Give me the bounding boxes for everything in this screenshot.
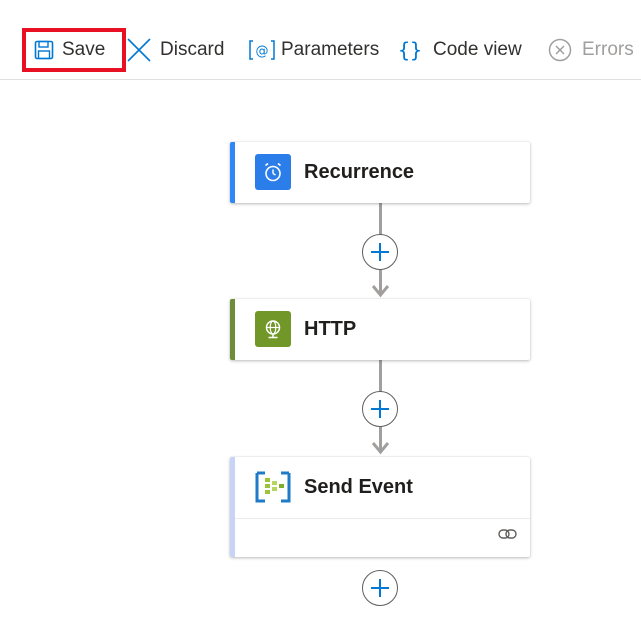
step-divider — [235, 518, 530, 519]
discard-label: Discard — [160, 39, 225, 60]
connector-arrow — [372, 285, 389, 298]
svg-text:@: @ — [256, 44, 269, 59]
insert-step-button[interactable] — [362, 234, 398, 270]
discard-button[interactable]: Discard — [126, 30, 224, 70]
event-grid-icon — [255, 469, 291, 505]
curly-braces-icon: {} — [399, 38, 421, 62]
save-label: Save — [62, 39, 106, 60]
connection-link-icon[interactable] — [498, 527, 518, 546]
svg-text:{}: {} — [399, 38, 421, 62]
step-card-http[interactable]: HTTP — [230, 299, 530, 360]
plus-icon — [371, 243, 389, 261]
insert-step-button[interactable] — [362, 391, 398, 427]
plus-icon — [371, 579, 389, 597]
step-card-recurrence[interactable]: Recurrence — [230, 142, 530, 203]
globe-icon — [255, 311, 291, 347]
step-card-send-event[interactable]: Send Event — [230, 457, 530, 557]
plus-icon — [371, 400, 389, 418]
code-view-button[interactable]: {} Code view — [399, 30, 522, 70]
save-button[interactable]: Save — [22, 28, 126, 72]
step-header[interactable]: Send Event — [235, 457, 530, 517]
parameters-button[interactable]: @ Parameters — [248, 30, 379, 70]
errors-label: Errors — [582, 39, 634, 60]
new-step-button[interactable] — [362, 570, 398, 606]
error-circle-icon — [548, 38, 572, 62]
save-icon — [34, 40, 54, 60]
step-header[interactable]: HTTP — [235, 299, 530, 359]
errors-button[interactable]: Errors — [548, 30, 634, 70]
parameters-icon: @ — [248, 39, 276, 61]
connector-arrow — [372, 442, 389, 455]
step-header[interactable]: Recurrence — [235, 142, 530, 202]
code-view-label: Code view — [433, 39, 522, 60]
clock-icon — [255, 154, 291, 190]
close-icon — [126, 37, 152, 63]
step-title: HTTP — [304, 317, 357, 340]
parameters-label: Parameters — [281, 39, 380, 60]
step-title: Recurrence — [304, 160, 415, 183]
step-title: Send Event — [304, 475, 413, 498]
designer-toolbar: Save Discard @ Parameters {} Code view E… — [0, 0, 641, 80]
